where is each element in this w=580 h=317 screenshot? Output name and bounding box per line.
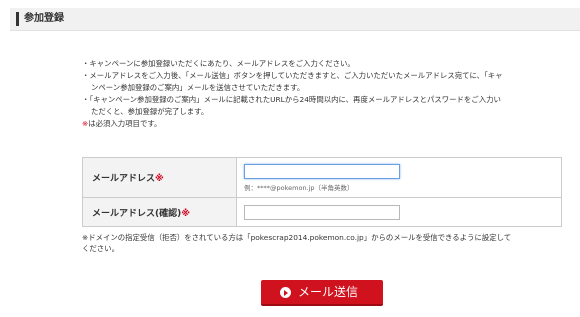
section-header: 参加登録 <box>10 8 580 31</box>
domain-note: ※ドメインの指定受信（拒否）をされている方は「pokescrap2014.pok… <box>82 232 572 254</box>
email-confirm-row: メールアドレス(確認)※ <box>82 197 562 227</box>
required-mark: ※ <box>155 174 164 184</box>
required-note: ※は必須入力項目です。 <box>82 118 562 130</box>
email-confirm-label: メールアドレス(確認)※ <box>82 197 237 227</box>
email-confirm-field-cell <box>236 197 562 227</box>
instruction-line: ・メールアドレスをご入力後、「メール送信」ボタンを押していただきますと、ご入力い… <box>82 71 503 80</box>
required-note-text: は必須入力項目です。 <box>88 119 162 128</box>
instruction-line: ・キャンペーンに参加登録いただくにあたり、メールアドレスをご入力ください。 <box>82 59 355 68</box>
email-hint: 例：****@pokemon.jp（半角英数） <box>244 183 354 192</box>
email-label: メールアドレス※ <box>82 157 237 198</box>
send-button-label: メール送信 <box>298 285 359 299</box>
section-title: 参加登録 <box>24 13 64 24</box>
email-row: メールアドレス※ 例：****@pokemon.jp（半角英数） <box>82 157 562 198</box>
domain-note-line: ※ドメインの指定受信（拒否）をされている方は「pokescrap2014.pok… <box>82 233 512 242</box>
domain-note-line: ください。 <box>82 244 119 253</box>
instruction-line: ただくと、参加登録が完了します。 <box>91 107 209 116</box>
instruction-line: ・「キャンペーン参加登録のご案内」メールに記載されたURLから24時間以内に、再… <box>82 95 501 104</box>
email-confirm-label-text: メールアドレス(確認) <box>92 208 182 219</box>
email-label-text: メールアドレス <box>92 174 156 184</box>
registration-form: メールアドレス※ 例：****@pokemon.jp（半角英数） メールアドレス… <box>82 157 562 227</box>
email-confirm-input[interactable] <box>244 204 400 220</box>
email-field-cell: 例：****@pokemon.jp（半角英数） <box>236 157 562 198</box>
play-circle-icon <box>280 287 291 298</box>
required-mark: ※ <box>181 208 190 219</box>
header-accent-bar <box>16 12 19 26</box>
instruction-line: ンペーン参加登録のご案内」メールを送信させていただきます。 <box>91 83 305 92</box>
email-input[interactable] <box>244 163 400 179</box>
send-email-button[interactable]: メール送信 <box>261 280 383 306</box>
instructions: ・キャンペーンに参加登録いただくにあたり、メールアドレスをご入力ください。 ・メ… <box>82 58 562 130</box>
